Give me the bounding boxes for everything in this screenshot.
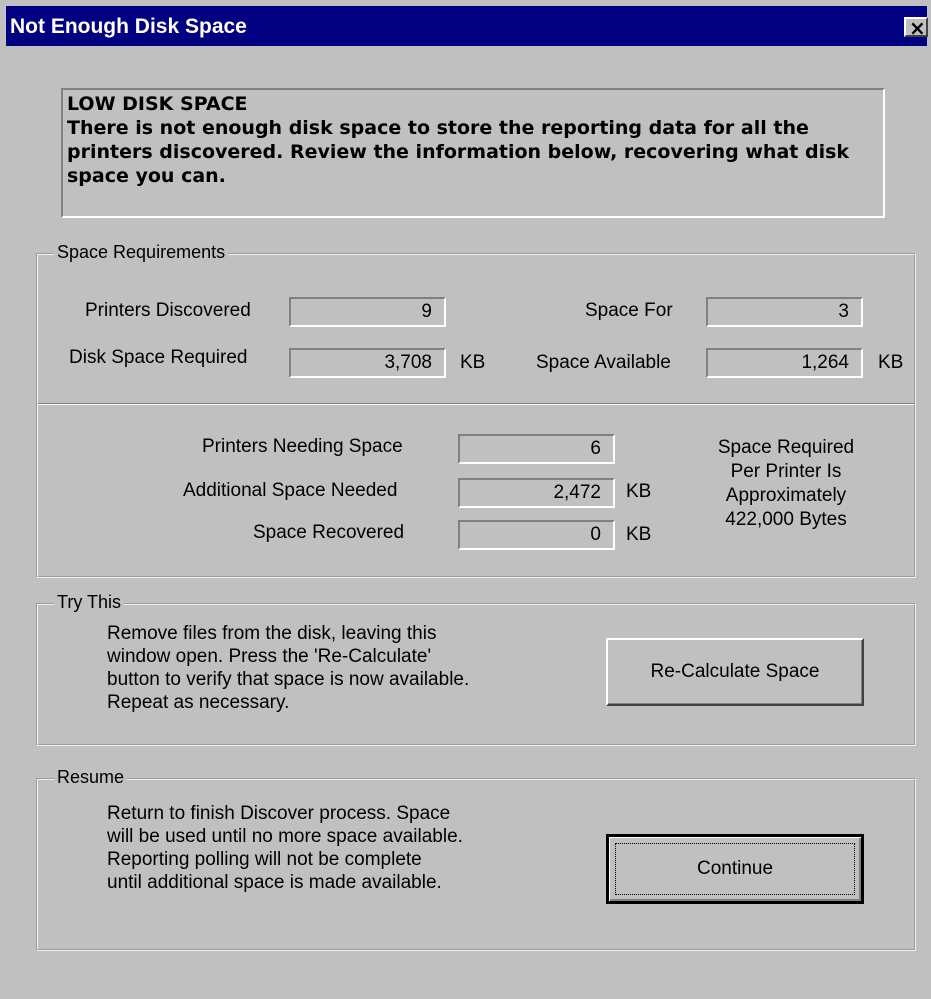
disk-space-required-unit: KB [460,352,486,373]
additional-needed-unit: KB [626,481,652,502]
space-available-label: Space Available [536,352,671,373]
resume-label: Resume [54,767,128,788]
title-bar[interactable]: Not Enough Disk Space × [6,6,928,46]
close-icon: × [909,16,926,40]
printers-discovered-field: 9 [289,297,446,327]
message-body: There is not enough disk space to store … [67,117,850,187]
additional-needed-field: 2,472 [458,478,615,508]
continue-button[interactable]: Continue [606,834,864,904]
space-recovered-unit: KB [626,524,652,545]
resume-instructions: Return to finish Discover process. Space… [107,802,463,894]
try-this-instructions: Remove files from the disk, leaving this… [107,622,469,714]
printers-needing-label: Printers Needing Space [202,436,403,457]
try-this-label: Try This [54,592,125,613]
instruction-line: Remove files from the disk, leaving this [107,623,437,644]
disk-space-required-label: Disk Space Required [69,347,248,368]
resume-line: Reporting polling will not be complete [107,849,422,870]
resume-line: Return to finish Discover process. Space [107,803,451,824]
per-printer-note-line: Space Required [717,437,855,458]
recalculate-space-button-label: Re-Calculate Space [650,661,820,682]
space-recovered-field: 0 [458,520,615,550]
space-requirements-label: Space Requirements [54,242,229,263]
per-printer-note: Space Required Per Printer Is Approximat… [690,436,882,532]
printers-discovered-label: Printers Discovered [85,300,251,321]
space-available-field: 1,264 [706,348,863,378]
dialog-window: Not Enough Disk Space × LOW DISK SPACE T… [0,0,931,999]
space-available-unit: KB [878,352,904,373]
message-heading: LOW DISK SPACE [67,93,248,115]
instruction-line: button to verify that space is now avail… [107,669,470,690]
focus-rectangle [615,843,855,895]
window-title: Not Enough Disk Space [10,15,247,38]
disk-space-required-field: 3,708 [289,348,446,378]
per-printer-note-line: 422,000 Bytes [725,509,847,530]
space-recovered-label: Space Recovered [253,522,405,543]
printers-needing-field: 6 [458,434,615,464]
resume-line: until additional space is made available… [107,872,442,893]
message-box: LOW DISK SPACE There is not enough disk … [61,88,885,218]
recalculate-space-button[interactable]: Re-Calculate Space [606,638,864,706]
resume-line: will be used until no more space availab… [107,826,463,847]
group-divider [38,403,914,405]
additional-needed-label: Additional Space Needed [183,480,398,501]
space-for-field: 3 [706,297,863,327]
instruction-line: window open. Press the 'Re-Calculate' [107,646,432,667]
per-printer-note-line: Per Printer Is [730,461,842,482]
per-printer-note-line: Approximately [725,485,847,506]
space-for-label: Space For [585,300,673,321]
instruction-line: Repeat as necessary. [107,692,290,713]
close-button[interactable]: × [904,16,928,40]
